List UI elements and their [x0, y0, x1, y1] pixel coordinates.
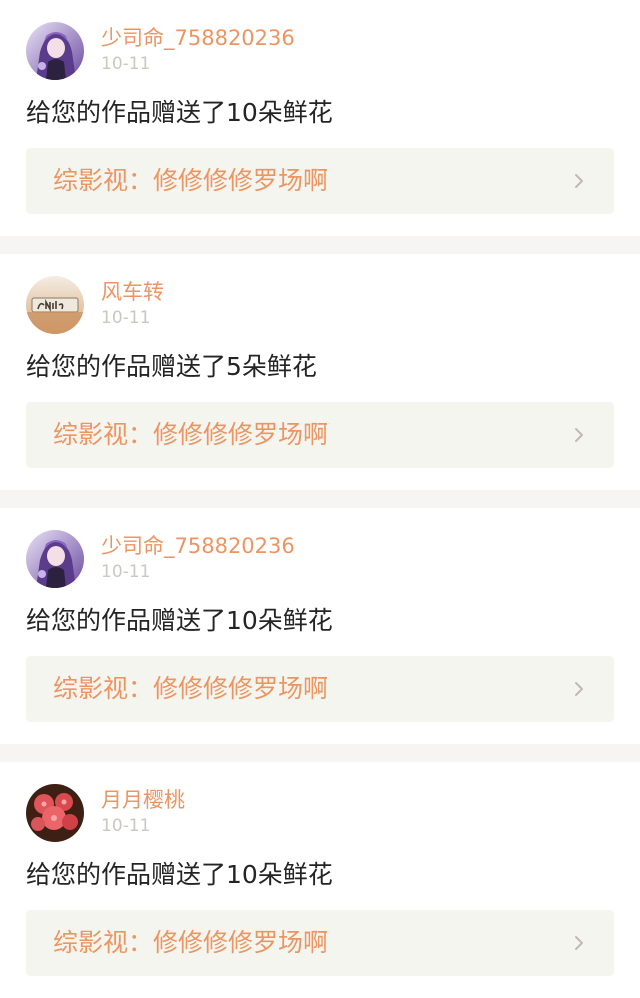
- card-separator: [0, 490, 640, 508]
- notification-card: 少司命_758820236 10-11 给您的作品赠送了10朵鲜花 综影视：修修…: [0, 508, 640, 744]
- notification-date: 10-11: [101, 562, 151, 582]
- notification-card: 少司命_758820236 10-11 给您的作品赠送了10朵鲜花 综影视：修修…: [0, 0, 640, 236]
- notification-message: 给您的作品赠送了5朵鲜花: [26, 352, 317, 381]
- username[interactable]: 少司命_758820236: [101, 531, 295, 561]
- anime-girl-avatar[interactable]: [26, 22, 84, 80]
- work-title: 综影视：修修修修罗场啊: [53, 420, 329, 449]
- chevron-right-icon: [570, 934, 588, 952]
- chevron-right-icon: [570, 172, 588, 190]
- notification-date: 10-11: [101, 816, 151, 836]
- notification-feed: 少司命_758820236 10-11 给您的作品赠送了10朵鲜花 综影视：修修…: [0, 0, 640, 998]
- notification-message: 给您的作品赠送了10朵鲜花: [26, 606, 333, 635]
- notification-message: 给您的作品赠送了10朵鲜花: [26, 860, 333, 889]
- work-title: 综影视：修修修修罗场啊: [53, 928, 329, 957]
- red-flowers-avatar[interactable]: [26, 784, 84, 842]
- notification-date: 10-11: [101, 54, 151, 74]
- username[interactable]: 风车转: [101, 277, 164, 307]
- work-link[interactable]: 综影视：修修修修罗场啊: [26, 148, 614, 214]
- notification-card: 月月樱桃 10-11 给您的作品赠送了10朵鲜花 综影视：修修修修罗场啊: [0, 762, 640, 998]
- chevron-right-icon: [570, 680, 588, 698]
- work-link[interactable]: 综影视：修修修修罗场啊: [26, 910, 614, 976]
- work-title: 综影视：修修修修罗场啊: [53, 674, 329, 703]
- smile-sign-avatar[interactable]: [26, 276, 84, 334]
- notification-card: 风车转 10-11 给您的作品赠送了5朵鲜花 综影视：修修修修罗场啊: [0, 254, 640, 490]
- card-separator: [0, 744, 640, 762]
- notification-date: 10-11: [101, 308, 151, 328]
- username[interactable]: 月月樱桃: [101, 785, 185, 815]
- anime-girl-avatar[interactable]: [26, 530, 84, 588]
- card-separator: [0, 236, 640, 254]
- work-link[interactable]: 综影视：修修修修罗场啊: [26, 656, 614, 722]
- username[interactable]: 少司命_758820236: [101, 23, 295, 53]
- work-title: 综影视：修修修修罗场啊: [53, 166, 329, 195]
- work-link[interactable]: 综影视：修修修修罗场啊: [26, 402, 614, 468]
- notification-message: 给您的作品赠送了10朵鲜花: [26, 98, 333, 127]
- chevron-right-icon: [570, 426, 588, 444]
